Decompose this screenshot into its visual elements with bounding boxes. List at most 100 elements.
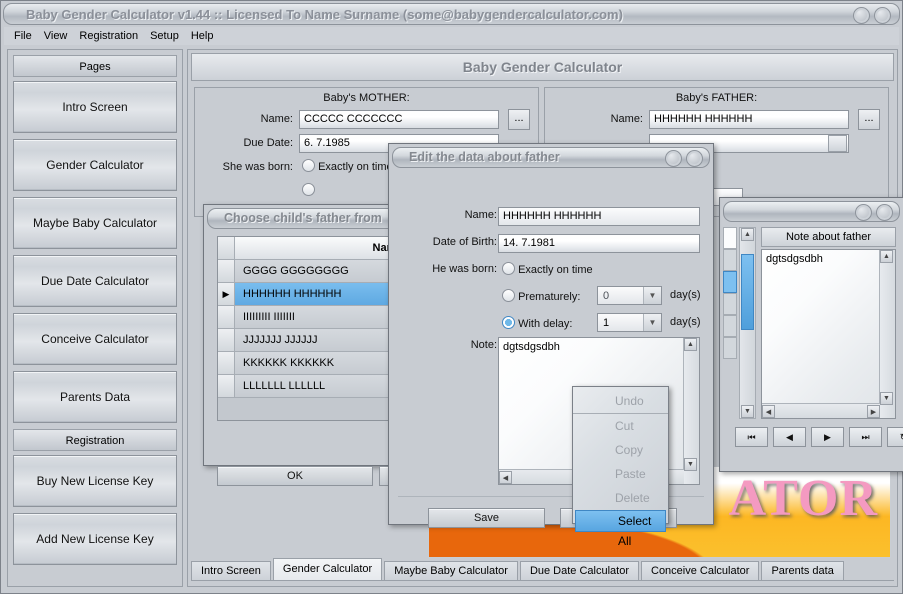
- tab-intro-screen[interactable]: Intro Screen: [191, 561, 271, 580]
- mother-name-browse-button[interactable]: ...: [508, 109, 530, 130]
- scroll-left-icon[interactable]: ◀: [499, 471, 512, 484]
- scroll-up-icon[interactable]: ▲: [741, 228, 754, 241]
- sidebar-item-maybe-baby-calculator[interactable]: Maybe Baby Calculator: [13, 197, 177, 249]
- edit-note-label: Note:: [402, 339, 497, 351]
- tab-parents-data[interactable]: Parents data: [761, 561, 843, 580]
- mother-born-label: She was born:: [195, 161, 293, 173]
- refresh-record-button[interactable]: ↻: [887, 427, 903, 447]
- list-row-stub: [723, 337, 737, 359]
- sidebar-header-registration: Registration: [13, 429, 177, 451]
- context-menu-item-copy[interactable]: Copy: [573, 438, 668, 462]
- tab-maybe-baby-calculator[interactable]: Maybe Baby Calculator: [384, 561, 518, 580]
- edit-option-delay-row[interactable]: With delay:: [502, 316, 572, 330]
- scroll-left-icon[interactable]: ◀: [762, 405, 775, 418]
- edit-note-vertical-scrollbar[interactable]: ▲ ▼: [683, 338, 699, 484]
- minimize-circle-icon[interactable]: [665, 150, 682, 167]
- close-circle-icon[interactable]: [686, 150, 703, 167]
- row-indicator: [218, 352, 235, 374]
- last-record-button[interactable]: ⏭: [849, 427, 882, 447]
- list-row-stub: [723, 249, 737, 271]
- radio-prematurely-icon[interactable]: [502, 289, 515, 302]
- list-row-stub: [723, 315, 737, 337]
- radio-with-delay-icon[interactable]: [502, 316, 515, 329]
- mother-name-label: Name:: [205, 113, 293, 125]
- father-name-input[interactable]: HHHHHH HHHHHH: [649, 110, 849, 129]
- edit-born-label: He was born:: [392, 263, 497, 275]
- menu-item-setup[interactable]: Setup: [150, 30, 179, 42]
- father-group-title: Baby's FATHER:: [545, 92, 888, 104]
- sidebar-item-add-new-license-key[interactable]: Add New License Key: [13, 513, 177, 565]
- menu-item-registration[interactable]: Registration: [79, 30, 138, 42]
- sidebar-item-conceive-calculator[interactable]: Conceive Calculator: [13, 313, 177, 365]
- choose-father-ok-button[interactable]: OK: [217, 466, 373, 486]
- menu-item-view[interactable]: View: [44, 30, 68, 42]
- tab-due-date-calculator[interactable]: Due Date Calculator: [520, 561, 639, 580]
- context-menu: Undo Cut Copy Paste Delete Select All: [572, 386, 669, 524]
- banner-word: ATOR: [729, 469, 878, 528]
- edit-dob-input[interactable]: 14. 7.1981: [498, 234, 700, 253]
- mother-name-input[interactable]: CCCCC CCCCCCC: [299, 110, 499, 129]
- radio-second-option-icon[interactable]: [302, 183, 315, 196]
- delay-days-dropdown[interactable]: 1 ▼: [597, 313, 662, 332]
- chevron-down-icon[interactable]: ▼: [643, 287, 661, 304]
- scroll-right-icon[interactable]: ▶: [867, 405, 880, 418]
- father-duedate-spin-button[interactable]: [828, 135, 847, 152]
- note-vertical-scrollbar[interactable]: ▲ ▼: [879, 250, 895, 418]
- menu-item-help[interactable]: Help: [191, 30, 214, 42]
- edit-father-title: Edit the data about father: [409, 150, 560, 164]
- scrollbar-thumb[interactable]: [741, 254, 754, 330]
- context-menu-item-paste[interactable]: Paste: [573, 462, 668, 486]
- close-circle-icon[interactable]: [876, 204, 893, 221]
- scroll-up-icon[interactable]: ▲: [684, 338, 697, 351]
- mother-born-exactly-label: Exactly on time: [318, 161, 393, 173]
- next-record-button[interactable]: ▶: [811, 427, 844, 447]
- minimize-circle-icon[interactable]: [855, 204, 872, 221]
- context-menu-item-undo[interactable]: Undo: [573, 389, 668, 414]
- edit-option-prematurely-row[interactable]: Prematurely:: [502, 289, 580, 303]
- sidebar-item-buy-new-license-key[interactable]: Buy New License Key: [13, 455, 177, 507]
- sidebar-item-parents-data[interactable]: Parents Data: [13, 371, 177, 423]
- note-about-father-text[interactable]: dgtsdgsdbh ▲ ▼ ◀ ▶: [761, 249, 896, 419]
- window-title-bar: Baby Gender Calculator v1.44 :: Licensed…: [3, 3, 900, 25]
- scroll-down-icon[interactable]: ▼: [684, 458, 697, 471]
- row-indicator: [218, 329, 235, 351]
- close-circle-icon[interactable]: [874, 7, 891, 24]
- previous-record-button[interactable]: ◀: [773, 427, 806, 447]
- mother-born-second-row[interactable]: [302, 183, 315, 197]
- delay-days-value: 1: [598, 317, 643, 329]
- note-horizontal-scrollbar[interactable]: ◀ ▶: [762, 403, 880, 418]
- scroll-down-icon[interactable]: ▼: [880, 392, 893, 405]
- window-title: Baby Gender Calculator v1.44 :: Licensed…: [26, 7, 623, 22]
- sidebar-item-due-date-calculator[interactable]: Due Date Calculator: [13, 255, 177, 307]
- father-name-label: Name:: [555, 113, 643, 125]
- edit-option-exactly-row[interactable]: Exactly on time: [502, 262, 593, 276]
- radio-exactly-on-time-icon[interactable]: [302, 159, 315, 172]
- edit-dob-label: Date of Birth:: [402, 236, 497, 248]
- row-indicator: [218, 260, 235, 282]
- edit-name-input[interactable]: HHHHHH HHHHHH: [498, 207, 700, 226]
- minimize-circle-icon[interactable]: [853, 7, 870, 24]
- note-panel-title: Note about father: [761, 227, 896, 247]
- context-menu-item-cut[interactable]: Cut: [573, 414, 668, 438]
- tab-gender-calculator[interactable]: Gender Calculator: [273, 558, 382, 580]
- prematurely-days-value: 0: [598, 290, 643, 302]
- mother-born-exactly-row[interactable]: Exactly on time: [302, 159, 393, 173]
- chevron-down-icon[interactable]: ▼: [643, 314, 661, 331]
- edit-note-value: dgtsdgsdbh: [503, 341, 560, 353]
- first-record-button[interactable]: ⏮: [735, 427, 768, 447]
- scroll-up-icon[interactable]: ▲: [880, 250, 893, 263]
- edit-name-label: Name:: [402, 209, 497, 221]
- tab-conceive-calculator[interactable]: Conceive Calculator: [641, 561, 759, 580]
- context-menu-item-delete[interactable]: Delete: [573, 486, 668, 510]
- prematurely-days-dropdown[interactable]: 0 ▼: [597, 286, 662, 305]
- note-dialog-body: Note about father dgtsdgsdbh ▲ ▼ ◀ ▶ ▲ ▼: [723, 225, 900, 468]
- save-button[interactable]: Save: [428, 508, 545, 528]
- scroll-down-icon[interactable]: ▼: [741, 405, 754, 418]
- sidebar-item-gender-calculator[interactable]: Gender Calculator: [13, 139, 177, 191]
- menu-item-file[interactable]: File: [14, 30, 32, 42]
- context-menu-item-select-all[interactable]: Select All: [575, 510, 666, 532]
- radio-exactly-on-time-icon[interactable]: [502, 262, 515, 275]
- sidebar-item-intro-screen[interactable]: Intro Screen: [13, 81, 177, 133]
- father-name-browse-button[interactable]: ...: [858, 109, 880, 130]
- list-vertical-scrollbar[interactable]: ▲ ▼: [739, 227, 756, 419]
